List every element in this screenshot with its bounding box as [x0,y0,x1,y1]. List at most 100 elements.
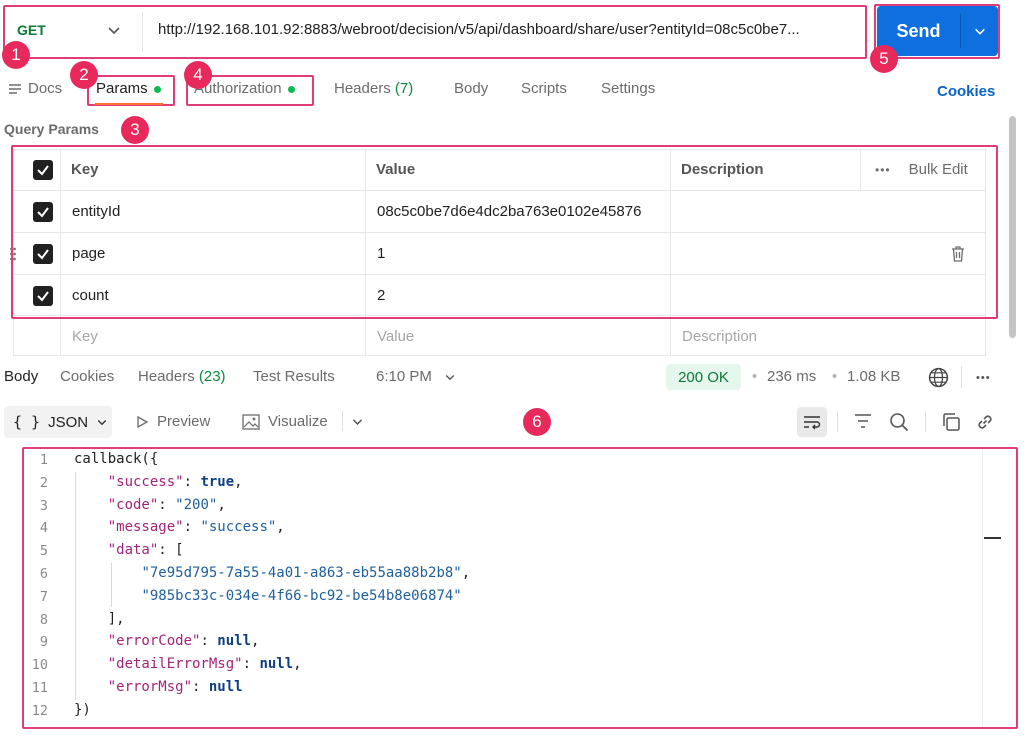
trash-icon[interactable] [951,233,965,274]
code-line: }) [74,702,91,718]
chevron-down-icon[interactable] [106,22,122,38]
annotation-marker-3: 3 [121,116,149,144]
response-tab-test-results[interactable]: Test Results [253,368,335,385]
new-param-value-input[interactable]: Value [377,316,414,356]
param-row-checkbox[interactable] [33,233,53,274]
tab-settings[interactable]: Settings [601,80,655,97]
row-divider [13,274,986,275]
column-divider [365,149,366,356]
code-line: "errorMsg": null [107,679,243,695]
query-params-title: Query Params [4,121,99,137]
code-text: callback({ [74,451,159,467]
code-line: "data": [ [107,542,184,559]
wrap-lines-button[interactable] [797,407,827,437]
select-all-checkbox[interactable] [33,149,53,190]
tab-headers-count: (7) [394,80,414,97]
json-value: null [259,656,294,673]
bulk-edit-button[interactable]: ••• Bulk Edit [875,149,968,190]
response-duration[interactable]: 236 ms [767,368,816,385]
line-number: 10 [31,657,48,674]
toolbar-divider [342,411,343,431]
json-value: "7e95d795-7a55-4a01-a863-eb55aa88b2b8" [141,565,462,581]
url-input[interactable]: http://192.168.101.92:8883/webroot/decis… [158,21,858,38]
line-number: 8 [39,611,48,628]
chevron-down-icon[interactable] [351,415,364,428]
more-options-icon[interactable]: ••• [976,372,991,384]
code-line: "985bc33c-034e-4f66-bc92-be54b8e06874" [74,588,461,604]
new-param-key-input[interactable]: Key [72,316,98,356]
search-icon[interactable] [889,412,909,432]
json-bracket: [ [175,542,184,559]
tab-body[interactable]: Body [454,80,488,97]
preview-button[interactable]: Preview [135,413,210,430]
param-key[interactable]: entityId [72,191,120,232]
format-label: JSON [48,413,89,431]
line-number: 2 [39,474,48,491]
response-size[interactable]: 1.08 KB [847,368,900,385]
response-tab-cookies[interactable]: Cookies [60,368,114,385]
tab-docs[interactable]: Docs [8,80,62,97]
annotation-marker-4: 4 [184,61,212,89]
annotation-marker-5: 5 [870,45,898,73]
code-line: "code": "200", [107,496,226,513]
response-history-selector[interactable]: 6:10 PM [376,368,456,385]
tab-scripts[interactable]: Scripts [521,80,567,97]
column-header-key: Key [71,161,99,178]
method-select[interactable]: GET [17,22,46,38]
param-value[interactable]: 1 [377,233,385,274]
response-tab-headers[interactable]: Headers (23) [138,368,226,385]
chevron-down-icon [97,420,107,426]
json-key: "message" [107,519,184,536]
image-icon [242,413,260,430]
column-header-value: Value [376,161,416,178]
json-value: null [208,679,243,695]
toolbar-divider [925,412,926,432]
annotation-marker-1: 1 [2,41,30,69]
response-body-editor[interactable]: 1 2 3 4 5 6 7 8 9 10 11 12 callback({ "s… [24,449,1016,727]
json-key: "code" [107,496,159,513]
response-time-label: 6:10 PM [376,368,432,385]
link-icon[interactable] [975,412,995,432]
visualize-button[interactable]: Visualize [242,413,328,430]
copy-icon[interactable] [941,412,961,432]
param-key[interactable]: page [72,233,105,274]
chevron-down-icon [445,374,455,380]
minimap-viewport[interactable] [984,537,1001,539]
param-row-checkbox[interactable] [33,275,53,316]
json-value: true [200,473,235,490]
json-value: "200" [175,496,218,513]
json-key: "errorCode" [107,633,201,650]
response-tab-body[interactable]: Body [4,368,38,385]
row-divider [13,232,986,233]
vertical-scrollbar[interactable] [1009,116,1016,338]
filter-icon[interactable] [854,413,872,429]
line-number: 6 [39,566,48,582]
authorization-indicator-dot [287,85,295,93]
globe-icon[interactable] [928,367,949,388]
response-tab-headers-count: (23) [198,368,226,385]
line-number: 7 [39,588,48,605]
send-options-chevron-icon[interactable] [961,6,998,56]
toolbar-divider [961,366,962,388]
param-value[interactable]: 2 [377,275,385,316]
send-button-group[interactable]: Send [877,6,998,56]
url-separator [142,12,143,52]
new-param-description-input[interactable]: Description [682,316,757,356]
line-number: 3 [39,497,48,514]
json-key: "detailErrorMsg" [107,656,243,673]
code-line: callback({ [74,451,158,467]
code-line: "success": true, [107,473,243,490]
cookies-link[interactable]: Cookies [937,83,995,100]
param-key[interactable]: count [72,275,109,316]
drag-handle-icon[interactable] [10,233,16,274]
more-icon: ••• [875,162,891,177]
param-value[interactable]: 08c5c0be7d6e4dc2ba763e0102e45876 [377,191,641,232]
annotation-marker-2: 2 [70,61,98,89]
tab-headers[interactable]: Headers (7) [334,80,413,97]
tab-params[interactable]: Params [96,80,161,97]
status-badge[interactable]: 200 OK [666,364,741,390]
line-number: 11 [31,680,48,696]
json-value: null [217,633,252,650]
format-select[interactable]: { } JSON [4,406,112,438]
param-row-checkbox[interactable] [33,191,53,232]
